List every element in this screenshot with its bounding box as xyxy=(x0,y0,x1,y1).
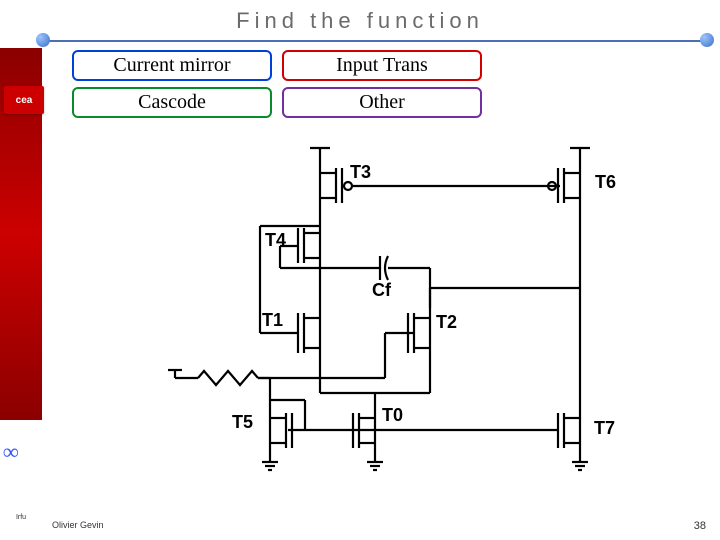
sidebar-logo-area: ∞ Irfu xyxy=(0,420,42,540)
label-t0: T0 xyxy=(382,405,403,425)
slide-title: Find the function xyxy=(0,8,720,34)
footer-page-number: 38 xyxy=(694,520,706,532)
footer-author: Olivier Gevin xyxy=(52,520,104,530)
label-t5: T5 xyxy=(232,412,253,432)
circuit-diagram: T3 T6 T4 Cf T1 T2 T5 T0 T7 xyxy=(120,138,640,478)
label-t6: T6 xyxy=(595,172,616,192)
rule-dot-right xyxy=(700,33,714,47)
legend-other: Other xyxy=(282,87,482,118)
irfu-logo: ∞ xyxy=(3,439,39,475)
label-t3: T3 xyxy=(350,162,371,182)
label-t4: T4 xyxy=(265,230,286,250)
cea-logo: cea xyxy=(4,86,44,114)
cea-logo-text: cea xyxy=(16,95,33,106)
legend-input-trans: Input Trans xyxy=(282,50,482,81)
label-cf: Cf xyxy=(372,280,392,300)
legend-current-mirror: Current mirror xyxy=(72,50,272,81)
title-rule xyxy=(40,40,708,42)
label-t7: T7 xyxy=(594,418,615,438)
label-t1: T1 xyxy=(262,310,283,330)
legend-cascode: Cascode xyxy=(72,87,272,118)
irfu-text: Irfu xyxy=(16,514,26,521)
rule-dot-left xyxy=(36,33,50,47)
label-t2: T2 xyxy=(436,312,457,332)
legend-grid: Current mirror Input Trans Cascode Other xyxy=(72,50,482,118)
slide-root: Find the function ∞ Irfu cea Current mir… xyxy=(0,0,720,540)
circuit-svg: T3 T6 T4 Cf T1 T2 T5 T0 T7 xyxy=(120,138,640,478)
sidebar: ∞ Irfu xyxy=(0,48,42,540)
infinity-icon: ∞ xyxy=(3,439,39,465)
